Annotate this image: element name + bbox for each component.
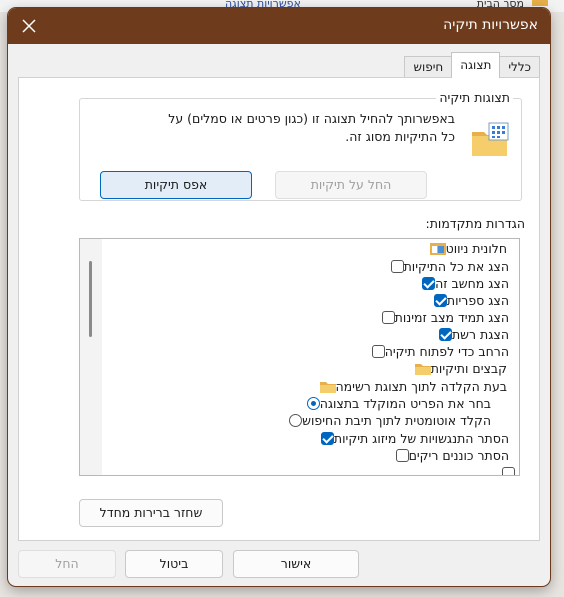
radio-button[interactable] [289,414,303,427]
setting-label: הצג את כל התיקיות [403,259,509,274]
checkbox[interactable] [390,260,404,273]
folder-views-description: באפשרותך להחיל תצוגה זו (כגון פרטים או ס… [168,111,455,144]
tree-folder-typing-in-list: בעת הקלדה לתוך תצוגת רשימה [319,378,514,395]
setting-label: הצג תמיד מצב זמינות [394,310,509,325]
setting-label: הרחב כדי לפתוח תיקיה [384,344,509,359]
setting-label: הצגת רשת [451,327,509,342]
apply-to-folders-button[interactable]: החל על תיקיות [275,171,427,199]
folder-views-label: תצוגות תיקיה [436,90,513,105]
setting-select-typed-item[interactable]: בחר את הפריט המוקלד בתצוגה [306,395,497,412]
tree-label: בעת הקלדה לתוך תצוגת רשימה [335,379,508,394]
setting-show-libraries[interactable]: הצג ספריות [433,292,515,309]
setting-label: הסתר כוננים ריקים [408,448,509,463]
setting-label: הסתר התנגשויות של מיזוג תיקיות [333,431,509,446]
tab-general[interactable]: כללי [499,56,540,78]
setting-label: הצג מחשב זה [435,276,509,291]
setting-show-this-pc[interactable]: הצג מחשב זה [422,275,515,292]
radio-button[interactable] [306,397,320,410]
tab-search[interactable]: חיפוש [404,56,453,78]
cancel-button[interactable]: ביטול [125,550,223,578]
advanced-settings-label: הגדרות מתקדמות: [425,216,525,231]
setting-label: הקלד אוטומטית לתוך תיבת החיפוש [302,413,491,428]
close-icon [22,19,36,33]
checkbox[interactable] [422,277,436,290]
setting-show-all-folders[interactable]: הצג את כל התיקיות [390,258,515,275]
background-left-text: אפשרויות תצוגה [225,0,301,8]
close-button[interactable] [14,13,44,39]
title-bar: אפשרויות תיקיה [8,8,550,44]
tab-strip: כללי תצוגה חיפוש [404,52,540,78]
setting-hide-folder-merge-conflicts[interactable]: הסתר התנגשויות של מיזוג תיקיות [320,430,515,447]
folder-icon [414,363,431,375]
view-tab-panel: תצוגות תיקיה באפשרותך להחיל תצוגה זו (כג… [18,77,540,541]
background-folder-icon [532,0,548,6]
tree-folder-navigation-pane: חלונית ניווט [429,240,513,257]
folder-icon [319,381,336,393]
tree-label: חלונית ניווט [445,241,507,256]
checkbox[interactable] [381,311,395,324]
checkbox[interactable] [433,294,447,307]
tab-view[interactable]: תצוגה [451,52,501,78]
apply-button[interactable]: החל [18,550,116,578]
checkbox[interactable] [502,467,515,475]
advanced-settings-list: חלונית ניווט הצג את כל התיקיות הצג מחשב … [79,238,520,476]
dialog-title: אפשרויות תיקיה [443,17,538,33]
tree-label: קבצים ותיקיות [430,361,507,376]
ok-button[interactable]: אישור [233,550,359,578]
scrollbar-thumb[interactable] [89,261,92,337]
scrollbar[interactable] [80,239,102,475]
checkbox[interactable] [395,449,409,462]
setting-type-into-search[interactable]: הקלד אוטומטית לתוך תיבת החיפוש [289,412,497,429]
setting-expand-to-open-folder[interactable]: הרחב כדי לפתוח תיקיה [371,343,515,360]
setting-label: הצג ספריות [446,293,509,308]
restore-defaults-button[interactable]: שחזר ברירות מחדל [79,499,223,527]
tree-folder-files-and-folders: קבצים ותיקיות [414,360,513,377]
setting-label: בחר את הפריט המוקלד בתצוגה [319,396,491,411]
setting-show-network[interactable]: הצגת רשת [438,326,515,343]
folder-views-icon [472,122,509,156]
setting-partial-next[interactable] [502,465,515,475]
folder-views-group: תצוגות תיקיה באפשרותך להחיל תצוגה זו (כג… [79,90,522,201]
checkbox[interactable] [320,432,334,445]
setting-always-show-availability[interactable]: הצג תמיד מצב זמינות [381,309,515,326]
background-right-text: מסך הבית [476,0,524,8]
checkbox[interactable] [438,328,452,341]
checkbox[interactable] [371,345,385,358]
setting-hide-empty-drives[interactable]: הסתר כוננים ריקים [395,447,515,464]
folder-options-dialog: אפשרויות תיקיה כללי תצוגה חיפוש תצוגות ת… [8,8,550,586]
navigation-pane-icon [429,242,446,255]
reset-folders-button[interactable]: אפס תיקיות [100,171,252,199]
